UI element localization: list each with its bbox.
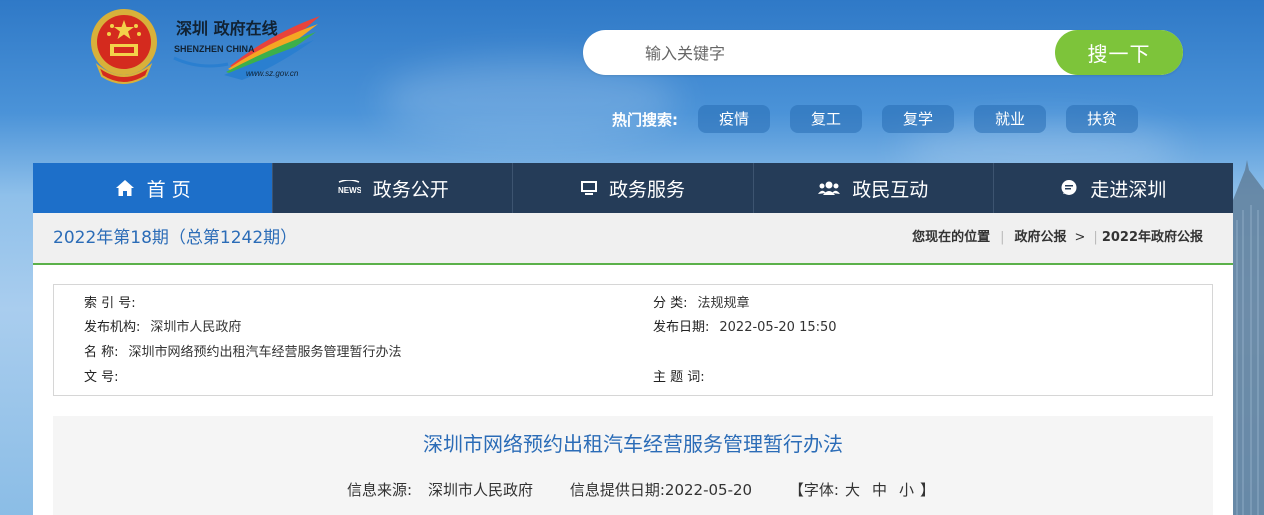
hot-search-label: 热门搜索: <box>612 110 678 129</box>
meta-date-value: 2022-05-20 15:50 <box>719 320 837 335</box>
meta-docno-label: 文 号: <box>84 370 119 385</box>
main-nav: 首 页 NEWS 政务公开 政务服务 政民互动 走进深圳 <box>33 163 1233 213</box>
home-icon <box>115 179 135 197</box>
svg-text:NEWS: NEWS <box>338 186 361 195</box>
hot-search-bar: 热门搜索: 疫情 复工 复学 就业 扶贫 <box>612 105 1158 133</box>
meta-category-value: 法规规章 <box>697 296 750 311</box>
article-info: 信息来源: 深圳市人民政府 信息提供日期:2022-05-20 【字体: 大中小】 <box>53 479 1213 500</box>
meta-category: 分 类: 法规规章 <box>653 294 750 314</box>
article-header: 深圳市网络预约出租汽车经营服务管理暂行办法 信息来源: 深圳市人民政府 信息提供日… <box>53 416 1213 515</box>
font-size-large-button[interactable]: 大 <box>845 481 860 499</box>
nav-label: 政民互动 <box>852 178 929 201</box>
article-provide-date: 信息提供日期:2022-05-20 <box>570 481 752 499</box>
meta-subject: 主 题 词: <box>653 368 715 388</box>
building-decoration <box>1233 160 1264 515</box>
content-panel: 2022年第18期（总第1242期） 您现在的位置 | 政府公报 > | 202… <box>33 213 1233 515</box>
document-meta-box: 索 引 号: 分 类: 法规规章 发布机构: 深圳市人民政府 发布日期: 2022-0… <box>53 284 1213 396</box>
meta-docno: 文 号: <box>84 368 129 388</box>
nav-label: 首 页 <box>146 178 191 201</box>
article-source-label: 信息来源: <box>346 481 413 499</box>
article-provide-value: 2022-05-20 <box>664 481 753 499</box>
meta-issuer-value: 深圳市人民政府 <box>150 320 242 335</box>
breadcrumb-label: 您现在的位置 <box>912 230 991 245</box>
font-size-end: 】 <box>919 481 935 499</box>
article-source-value: 深圳市人民政府 <box>428 481 534 499</box>
hot-tag-epidemic[interactable]: 疫情 <box>698 105 770 133</box>
breadcrumb-divider: | <box>1000 230 1005 245</box>
meta-category-label: 分 类: <box>653 296 688 311</box>
font-size-label: 【字体: <box>788 481 839 499</box>
issue-title: 2022年第18期（总第1242期） <box>53 228 298 248</box>
meta-name-label: 名 称: <box>84 345 119 360</box>
meta-issuer-label: 发布机构: <box>84 320 141 335</box>
logo-text-en: SHENZHEN CHINA <box>174 44 255 54</box>
meta-date: 发布日期: 2022-05-20 15:50 <box>653 318 837 338</box>
meta-index-label: 索 引 号: <box>84 296 136 311</box>
monitor-icon <box>581 181 597 195</box>
breadcrumb-item-2022-gazette[interactable]: 2022年政府公报 <box>1102 213 1203 263</box>
font-size-switcher: 【字体: 大中小】 <box>789 481 935 499</box>
meta-index: 索 引 号: <box>84 294 146 314</box>
search-input[interactable] <box>643 30 1047 77</box>
article-title: 深圳市网络预约出租汽车经营服务管理暂行办法 <box>423 432 843 456</box>
hot-tag-resume-work[interactable]: 复工 <box>790 105 862 133</box>
font-size-medium-button[interactable]: 中 <box>872 481 887 499</box>
nav-label: 政务服务 <box>609 178 686 201</box>
logo-url: www.sz.gov.cn <box>246 69 299 78</box>
search-button[interactable]: 搜一下 <box>1055 30 1183 75</box>
breadcrumb: 您现在的位置 | 政府公报 > | 2022年政府公报 <box>912 213 1203 263</box>
chat-bubble-icon <box>1060 179 1078 197</box>
issue-header: 2022年第18期（总第1242期） 您现在的位置 | 政府公报 > | 202… <box>33 213 1233 265</box>
nav-item-discover-shenzhen[interactable]: 走进深圳 <box>994 163 1233 213</box>
nav-label: 政务公开 <box>372 178 449 201</box>
news-icon: NEWS <box>337 180 361 196</box>
nav-item-government-affairs[interactable]: NEWS 政务公开 <box>273 163 514 213</box>
hot-tag-resume-school[interactable]: 复学 <box>882 105 954 133</box>
meta-date-label: 发布日期: <box>653 320 710 335</box>
nav-item-home[interactable]: 首 页 <box>33 163 274 213</box>
article-source: 信息来源: 深圳市人民政府 <box>331 481 533 499</box>
people-icon <box>818 181 841 195</box>
national-emblem-icon <box>91 9 157 84</box>
hot-tag-employment[interactable]: 就业 <box>974 105 1046 133</box>
meta-name-value: 深圳市网络预约出租汽车经营服务管理暂行办法 <box>128 345 402 360</box>
hot-tag-poverty-relief[interactable]: 扶贫 <box>1066 105 1138 133</box>
logo-text-cn: 深圳 政府在线 <box>176 19 278 38</box>
breadcrumb-arrow-icon: > <box>1074 230 1086 245</box>
meta-subject-label: 主 题 词: <box>653 370 705 385</box>
article-provide-label: 信息提供日期: <box>569 481 665 499</box>
meta-name: 名 称: 深圳市网络预约出租汽车经营服务管理暂行办法 <box>84 343 402 363</box>
meta-issuer: 发布机构: 深圳市人民政府 <box>84 318 241 338</box>
nav-item-government-services[interactable]: 政务服务 <box>513 163 754 213</box>
font-size-small-button[interactable]: 小 <box>899 481 914 499</box>
search-bar: 搜一下 <box>583 30 1183 77</box>
nav-label: 走进深圳 <box>1090 178 1167 201</box>
nav-item-public-interaction[interactable]: 政民互动 <box>754 163 994 213</box>
breadcrumb-divider: | <box>1093 230 1098 245</box>
breadcrumb-item-gazette[interactable]: 政府公报 <box>1015 213 1067 263</box>
shenzhen-logo[interactable]: 深圳 政府在线 SHENZHEN CHINA www.sz.gov.cn <box>170 14 330 84</box>
